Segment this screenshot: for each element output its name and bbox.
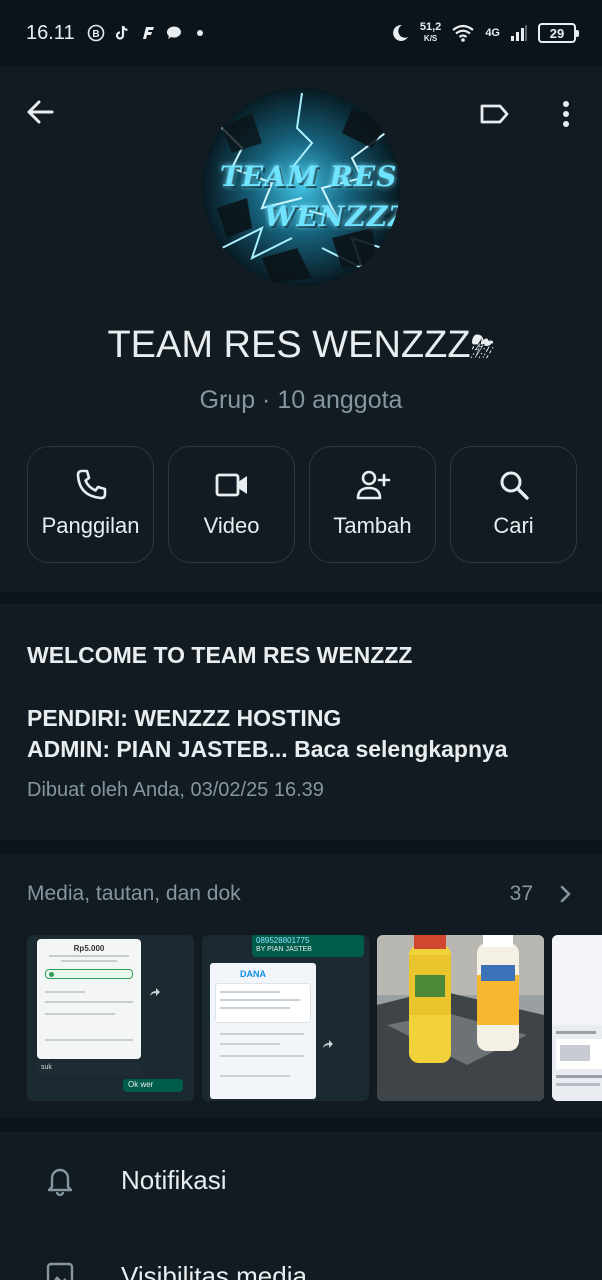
payment-receipt-card: Rp5.000 [37, 939, 141, 1059]
signal-icon [511, 25, 527, 41]
media-count: 37 [509, 882, 533, 905]
description-line-3: ADMIN: PIAN JASTEB... Baca selengkapnya [27, 736, 508, 762]
search-button[interactable]: Cari [450, 446, 577, 563]
forward-icon [323, 1040, 333, 1048]
svg-text:B: B [92, 29, 99, 40]
group-header: TEAM RES WENZZZ TEAM RES WENZZZ⛈ Grup · … [0, 66, 602, 592]
group-description[interactable]: WELCOME TO TEAM RES WENZZZ PENDIRI: WENZ… [0, 604, 602, 840]
dot-icon [196, 30, 203, 36]
media-thumb-1[interactable]: Rp5.000 suk Ok wer [27, 935, 194, 1101]
status-time: 16.11 [26, 21, 75, 44]
forward-icon [150, 988, 160, 996]
action-buttons: Panggilan Video Tambah Cari [27, 446, 577, 563]
network-type: 4G [485, 27, 500, 39]
moon-icon [392, 24, 408, 41]
more-options-icon[interactable] [552, 96, 580, 132]
notifications-label: Notifikasi [121, 1164, 227, 1195]
settings-list: Notifikasi Visibilitas media [0, 1132, 602, 1280]
app-f-icon [142, 27, 154, 39]
storm-emoji: ⛈ [470, 331, 495, 364]
media-section: Media, tautan, dan dok 37 Rp5.000 suk Ok… [0, 854, 602, 1118]
media-visibility-row[interactable]: Visibilitas media [0, 1228, 602, 1280]
status-notification-icons: B [87, 24, 209, 42]
media-header[interactable]: Media, tautan, dan dok 37 [27, 882, 575, 906]
search-icon [500, 471, 529, 500]
chat-bubble-icon [166, 26, 181, 39]
video-call-button[interactable]: Video [168, 446, 295, 563]
group-member-count: Grup · 10 anggota [199, 386, 403, 414]
image-icon [46, 1262, 74, 1280]
description-line-2: PENDIRI: WENZZZ HOSTING [27, 705, 342, 731]
room-screenshot [552, 935, 602, 1101]
avatar-text-line2: WENZZZ [264, 200, 400, 233]
media-thumb-3[interactable] [377, 935, 544, 1101]
media-thumb-4[interactable] [552, 935, 602, 1101]
video-icon [215, 473, 247, 497]
dana-screenshot: DANA [210, 963, 316, 1099]
wifi-icon [452, 24, 474, 42]
notifications-row[interactable]: Notifikasi [0, 1132, 602, 1228]
label-tag-icon[interactable] [476, 96, 512, 132]
network-speed: 51,2 K/S [419, 21, 442, 44]
avatar-text-line1: TEAM RES [220, 160, 398, 193]
media-thumb-2[interactable]: 089528801775 BY PIAN JASTEB DANA [202, 935, 369, 1101]
bell-icon [47, 1168, 73, 1196]
media-title: Media, tautan, dan dok [27, 882, 241, 905]
drinks-photo [377, 935, 544, 1101]
description-line-1: WELCOME TO TEAM RES WENZZZ [27, 642, 413, 668]
add-member-button[interactable]: Tambah [309, 446, 436, 563]
battery-icon: 29 [538, 23, 579, 43]
group-avatar[interactable]: TEAM RES WENZZZ [202, 88, 400, 286]
read-more-link[interactable]: Baca selengkapnya [294, 736, 508, 762]
tiktok-icon [115, 25, 128, 40]
chevron-right-icon [560, 885, 571, 903]
group-name: TEAM RES WENZZZ⛈ [107, 324, 495, 366]
call-button[interactable]: Panggilan [27, 446, 154, 563]
status-bar: 16.11 B 51,2 K/S 4G 29 [0, 0, 602, 66]
created-info: Dibuat oleh Anda, 03/02/25 16.39 [27, 779, 324, 801]
media-visibility-label: Visibilitas media [121, 1260, 307, 1280]
beetalk-icon: B [87, 24, 104, 42]
phone-icon [76, 469, 106, 500]
back-arrow-icon[interactable] [22, 94, 58, 130]
media-thumbnails: Rp5.000 suk Ok wer 089528801775 BY PIAN … [27, 935, 602, 1101]
add-person-icon [356, 470, 390, 500]
